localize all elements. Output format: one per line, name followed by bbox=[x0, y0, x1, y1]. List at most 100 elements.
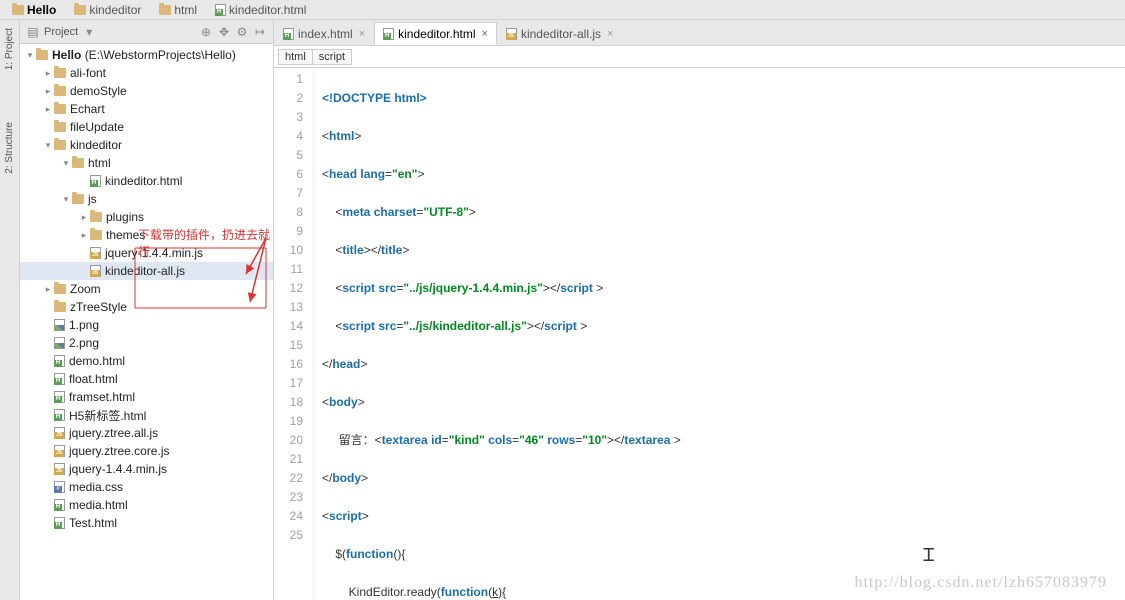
css-icon bbox=[54, 481, 65, 493]
tree-row[interactable]: 2.png bbox=[20, 334, 273, 352]
expand-arrow-icon[interactable]: ▸ bbox=[42, 284, 54, 295]
tree-label: Echart bbox=[70, 102, 105, 116]
code-editor[interactable]: 1234567891011121314151617181920212223242… bbox=[274, 68, 1125, 600]
collapse-icon[interactable]: ⊕ bbox=[199, 25, 213, 39]
tree-row[interactable]: ▾ html bbox=[20, 154, 273, 172]
expand-arrow-icon[interactable]: ▸ bbox=[78, 230, 90, 241]
breadcrumb-item[interactable]: script bbox=[312, 49, 352, 65]
tree-row[interactable]: kindeditor-all.js bbox=[20, 262, 273, 280]
tree-label: media.html bbox=[69, 498, 128, 512]
tree-row[interactable]: fileUpdate bbox=[20, 118, 273, 136]
tree-label: 1.png bbox=[69, 318, 99, 332]
tree-row[interactable]: framset.html bbox=[20, 388, 273, 406]
tree-row[interactable]: ▸demoStyle bbox=[20, 82, 273, 100]
expand-arrow-icon[interactable]: ▸ bbox=[42, 86, 54, 97]
folder-icon bbox=[90, 230, 102, 240]
chevron-down-icon[interactable]: ▾ bbox=[82, 25, 96, 39]
tree-row[interactable]: jquery.ztree.all.js bbox=[20, 424, 273, 442]
nav-crumb[interactable]: kindeditor bbox=[68, 2, 147, 18]
tree-label: demo.html bbox=[69, 354, 125, 368]
cursor-icon: Ꮖ bbox=[923, 546, 935, 565]
editor-tabs: index.html×kindeditor.html×kindeditor-al… bbox=[274, 20, 1125, 46]
line-number: 23 bbox=[274, 488, 303, 507]
breadcrumb-item[interactable]: html bbox=[278, 49, 313, 65]
tree-label: zTreeStyle bbox=[70, 300, 127, 314]
tree-root[interactable]: ▾ Hello (E:\WebstormProjects\Hello) bbox=[20, 46, 273, 64]
project-tool-tab[interactable]: 1: Project bbox=[2, 24, 17, 88]
tree-row[interactable]: zTreeStyle bbox=[20, 298, 273, 316]
expand-arrow-icon[interactable]: ▾ bbox=[60, 158, 72, 169]
js-icon bbox=[90, 247, 101, 259]
tree-row[interactable]: ▸themes bbox=[20, 226, 273, 244]
line-number: 10 bbox=[274, 241, 303, 260]
tree-row[interactable]: ▸ plugins bbox=[20, 208, 273, 226]
tree-row[interactable]: demo.html bbox=[20, 352, 273, 370]
line-number: 14 bbox=[274, 317, 303, 336]
nav-crumb[interactable]: kindeditor.html bbox=[209, 2, 312, 18]
tree-row[interactable]: float.html bbox=[20, 370, 273, 388]
tree-row[interactable]: ▸ Zoom bbox=[20, 280, 273, 298]
close-icon[interactable]: × bbox=[607, 28, 613, 40]
html-icon bbox=[54, 409, 65, 421]
tree-label: Zoom bbox=[70, 282, 101, 296]
tree-label: plugins bbox=[106, 210, 144, 224]
tree-row[interactable]: H5新标签.html bbox=[20, 406, 273, 424]
folder-icon bbox=[54, 302, 66, 312]
close-icon[interactable]: × bbox=[359, 28, 365, 40]
nav-crumb[interactable]: Hello bbox=[6, 2, 62, 18]
tree-row[interactable]: jquery-1.4.4.min.js bbox=[20, 244, 273, 262]
editor-tab[interactable]: kindeditor-all.js × bbox=[497, 22, 622, 45]
tree-row[interactable]: kindeditor.html bbox=[20, 172, 273, 190]
tab-label: kindeditor-all.js bbox=[521, 27, 601, 41]
tree-label: kindeditor-all.js bbox=[105, 264, 185, 278]
tree-label: kindeditor.html bbox=[105, 174, 182, 188]
tree-label: Test.html bbox=[69, 516, 117, 530]
folder-icon bbox=[74, 5, 86, 15]
tree-label: media.css bbox=[69, 480, 123, 494]
js-icon bbox=[54, 427, 65, 439]
tree-row[interactable]: media.css bbox=[20, 478, 273, 496]
folder-icon bbox=[54, 122, 66, 132]
tree-row[interactable]: media.html bbox=[20, 496, 273, 514]
expand-arrow-icon[interactable]: ▾ bbox=[24, 50, 36, 61]
tree-row[interactable]: jquery.ztree.core.js bbox=[20, 442, 273, 460]
expand-arrow-icon[interactable]: ▸ bbox=[78, 212, 90, 223]
html-file-icon bbox=[215, 4, 226, 16]
line-number: 15 bbox=[274, 336, 303, 355]
settings-icon[interactable]: ✥ bbox=[217, 25, 231, 39]
project-tree[interactable]: ▾ Hello (E:\WebstormProjects\Hello) ▸ali… bbox=[20, 44, 273, 600]
hide-icon[interactable]: ↦ bbox=[253, 25, 267, 39]
code-content[interactable]: <!DOCTYPE html> <html> <head lang="en"> … bbox=[314, 68, 1125, 600]
tree-row[interactable]: Test.html bbox=[20, 514, 273, 532]
folder-icon bbox=[54, 140, 66, 150]
tree-row[interactable]: ▸ali-font bbox=[20, 64, 273, 82]
folder-icon bbox=[36, 50, 48, 60]
expand-arrow-icon[interactable]: ▸ bbox=[42, 68, 54, 79]
editor-tab[interactable]: index.html× bbox=[274, 22, 374, 45]
nav-path: Hello kindeditor html kindeditor.html bbox=[0, 0, 1125, 20]
structure-tool-tab[interactable]: 2: Structure bbox=[2, 118, 17, 192]
line-number: 21 bbox=[274, 450, 303, 469]
line-number: 4 bbox=[274, 127, 303, 146]
folder-icon bbox=[54, 68, 66, 78]
tree-label: html bbox=[88, 156, 111, 170]
editor-tab[interactable]: kindeditor.html× bbox=[374, 22, 497, 45]
tree-row[interactable]: ▾js bbox=[20, 190, 273, 208]
expand-arrow-icon[interactable]: ▸ bbox=[42, 104, 54, 115]
expand-arrow-icon[interactable]: ▾ bbox=[60, 194, 72, 205]
nav-crumb[interactable]: html bbox=[153, 2, 203, 18]
line-number: 11 bbox=[274, 260, 303, 279]
line-number: 17 bbox=[274, 374, 303, 393]
tree-row[interactable]: jquery-1.4.4.min.js bbox=[20, 460, 273, 478]
close-icon[interactable]: × bbox=[482, 28, 488, 40]
html-icon bbox=[54, 391, 65, 403]
line-number: 20 bbox=[274, 431, 303, 450]
tree-row[interactable]: ▸ Echart bbox=[20, 100, 273, 118]
expand-arrow-icon[interactable]: ▾ bbox=[42, 140, 54, 151]
tree-row[interactable]: 1.png bbox=[20, 316, 273, 334]
js-icon bbox=[54, 445, 65, 457]
tree-row[interactable]: ▾kindeditor bbox=[20, 136, 273, 154]
gear-icon[interactable]: ⚙ bbox=[235, 25, 249, 39]
tree-label: jquery-1.4.4.min.js bbox=[69, 462, 167, 476]
line-number: 13 bbox=[274, 298, 303, 317]
